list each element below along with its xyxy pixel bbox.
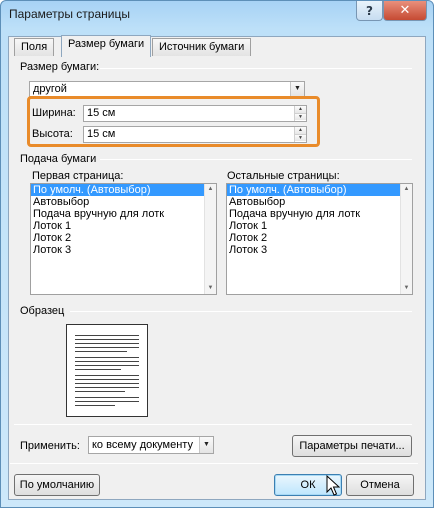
section-divider bbox=[100, 159, 412, 160]
paper-size-section-label: Размер бумаги: bbox=[20, 61, 100, 73]
scroll-down-icon[interactable]: ▼ bbox=[401, 283, 412, 294]
cancel-button[interactable]: Отмена bbox=[346, 474, 414, 496]
section-divider bbox=[100, 68, 412, 69]
chevron-down-icon[interactable]: ▼ bbox=[199, 437, 213, 453]
apply-label: Применить: bbox=[20, 440, 80, 452]
preview-text-line bbox=[75, 339, 139, 340]
list-item[interactable]: Лоток 2 bbox=[227, 232, 412, 244]
list-scrollbar[interactable]: ▲ ▼ bbox=[400, 184, 412, 294]
preview-text-line bbox=[75, 401, 139, 402]
scroll-up-icon[interactable]: ▲ bbox=[401, 184, 412, 195]
mouse-cursor-icon bbox=[326, 475, 340, 496]
preview-text-line bbox=[75, 379, 139, 380]
apply-value: ко всему документу bbox=[92, 439, 193, 451]
list-item[interactable]: Лоток 2 bbox=[31, 232, 216, 244]
preview-section-label: Образец bbox=[20, 305, 65, 317]
first-page-listbox[interactable]: По умолч. (Автовыбор) Автовыбор Подача в… bbox=[30, 183, 217, 295]
preview-text-line bbox=[75, 405, 115, 406]
section-divider bbox=[10, 463, 418, 464]
list-item[interactable]: Лоток 3 bbox=[31, 244, 216, 256]
paper-size-value: другой bbox=[33, 83, 67, 95]
tab-margins[interactable]: Поля bbox=[14, 38, 55, 56]
close-button[interactable]: ✕ bbox=[383, 1, 427, 21]
paper-size-dropdown[interactable]: другой ▼ bbox=[29, 81, 305, 97]
tab-paper-size[interactable]: Размер бумаги bbox=[61, 35, 152, 57]
preview-text-line bbox=[75, 347, 139, 348]
apply-dropdown[interactable]: ко всему документу ▼ bbox=[88, 436, 214, 454]
set-default-button[interactable]: По умолчанию bbox=[14, 474, 100, 496]
other-pages-listbox[interactable]: По умолч. (Автовыбор) Автовыбор Подача в… bbox=[226, 183, 413, 295]
preview-text-line bbox=[75, 335, 139, 336]
page-preview bbox=[66, 324, 148, 417]
preview-text-line bbox=[75, 361, 139, 362]
section-divider bbox=[14, 424, 412, 425]
list-item[interactable]: Подача вручную для лотк bbox=[227, 208, 412, 220]
section-divider bbox=[70, 311, 412, 312]
list-item[interactable]: Лоток 3 bbox=[227, 244, 412, 256]
list-item[interactable]: Лоток 1 bbox=[31, 220, 216, 232]
preview-text-line bbox=[75, 357, 139, 358]
preview-text-line bbox=[75, 351, 127, 352]
list-item[interactable]: Автовыбор bbox=[227, 196, 412, 208]
list-item[interactable]: Автовыбор bbox=[31, 196, 216, 208]
scroll-up-icon[interactable]: ▲ bbox=[205, 184, 216, 195]
help-button[interactable]: ? bbox=[356, 1, 383, 21]
list-item[interactable]: Лоток 1 bbox=[227, 220, 412, 232]
preview-text-line bbox=[75, 383, 139, 384]
preview-text-line bbox=[75, 365, 139, 366]
list-item[interactable]: Подача вручную для лотк bbox=[31, 208, 216, 220]
preview-text-line bbox=[75, 387, 139, 388]
chevron-down-icon[interactable]: ▼ bbox=[290, 82, 304, 96]
first-page-label: Первая страница: bbox=[32, 170, 124, 182]
preview-text-line bbox=[75, 375, 139, 376]
print-options-button[interactable]: Параметры печати... bbox=[292, 435, 412, 457]
preview-text-line bbox=[75, 397, 139, 398]
list-item[interactable]: По умолч. (Автовыбор) bbox=[31, 184, 216, 196]
tab-paper-source[interactable]: Источник бумаги bbox=[152, 38, 252, 56]
other-pages-label: Остальные страницы: bbox=[227, 170, 340, 182]
list-item[interactable]: По умолч. (Автовыбор) bbox=[227, 184, 412, 196]
preview-text-line bbox=[75, 343, 139, 344]
list-scrollbar[interactable]: ▲ ▼ bbox=[204, 184, 216, 294]
preview-text-line bbox=[75, 391, 125, 392]
preview-text-line bbox=[75, 369, 121, 370]
highlight-frame bbox=[27, 96, 320, 147]
paper-source-section-label: Подача бумаги bbox=[20, 153, 97, 165]
scroll-down-icon[interactable]: ▼ bbox=[205, 283, 216, 294]
window-title: Параметры страницы bbox=[9, 7, 130, 21]
